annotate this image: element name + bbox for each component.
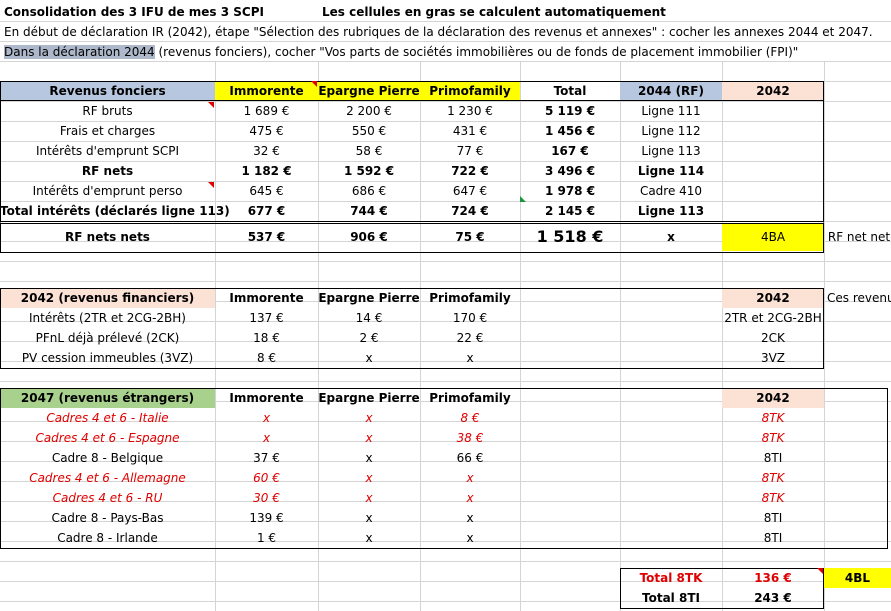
title-note: Les cellules en gras se calculent automa… xyxy=(322,5,666,19)
totals-border xyxy=(620,568,824,609)
comment-marker-red xyxy=(817,568,823,574)
comment-marker-red xyxy=(311,81,317,87)
comment-marker-red xyxy=(208,102,214,108)
fin-note[interactable]: Ces revenu xyxy=(824,288,891,308)
rf-net-border xyxy=(0,221,824,253)
instruction-2-rest: (revenus fonciers), cocher "Vos parts de… xyxy=(154,45,799,59)
rf-table-border xyxy=(0,81,824,222)
comment-marker-red xyxy=(208,182,214,188)
instruction-2: Dans la déclaration 2044 (revenus foncie… xyxy=(4,42,798,62)
sheet-title: Consolidation des 3 IFU de mes 3 SCPI xyxy=(4,5,264,19)
code-4bl[interactable]: 4BL xyxy=(824,568,891,588)
comment-marker-green xyxy=(520,196,526,202)
instruction-2-highlight: Dans la déclaration 2044 xyxy=(4,45,155,59)
fin-table-border xyxy=(0,288,824,369)
rf-net-note[interactable]: RF net net xyxy=(824,223,891,251)
etr-table-border xyxy=(0,388,888,549)
instruction-1: En début de déclaration IR (2042), étape… xyxy=(4,25,873,39)
